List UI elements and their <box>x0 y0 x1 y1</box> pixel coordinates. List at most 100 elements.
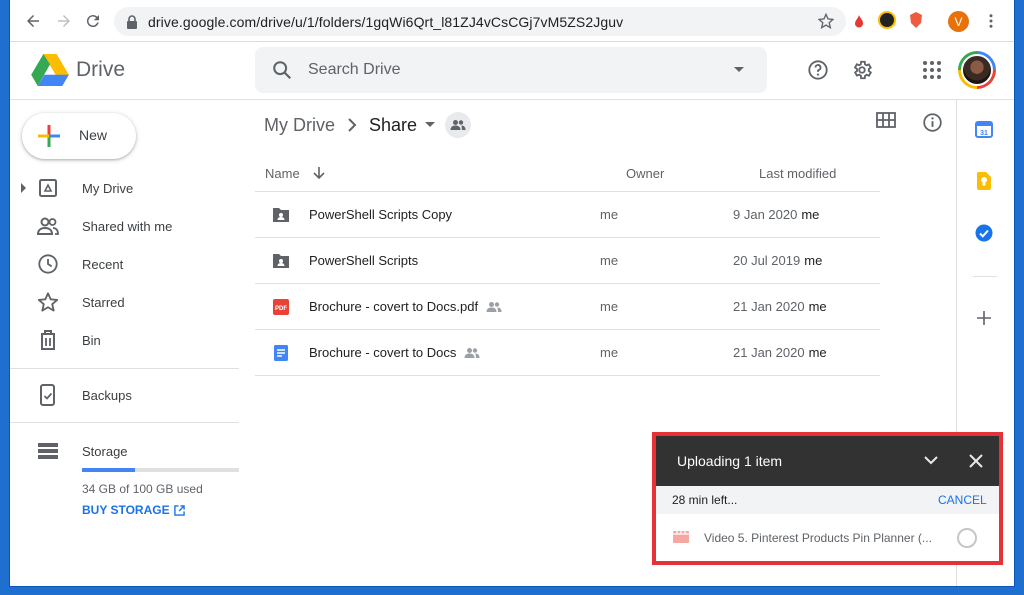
file-modified-date: 21 Jan 2020 <box>733 299 805 314</box>
sidebar-item-bin[interactable]: Bin <box>10 322 240 358</box>
apps-grid-icon <box>923 61 941 79</box>
upload-file-name: Video 5. Pinterest Products Pin Planner … <box>704 531 932 545</box>
search-icon[interactable] <box>271 59 293 81</box>
breadcrumb-share[interactable]: Share <box>369 115 417 136</box>
sidebar-item-backups[interactable]: Backups <box>10 377 240 413</box>
file-owner: me <box>600 207 619 222</box>
upload-time-left: 28 min left... <box>672 493 738 507</box>
info-icon <box>923 113 942 132</box>
browser-profile-avatar[interactable]: V <box>948 11 969 32</box>
file-modified: 21 Jan 2020 me <box>733 345 827 360</box>
get-addons-button[interactable] <box>973 307 995 329</box>
sidebar-item-starred[interactable]: Starred <box>10 284 240 320</box>
column-header-modified[interactable]: Last modified <box>759 166 836 181</box>
arrow-down-icon[interactable] <box>313 166 325 180</box>
file-owner: me <box>600 253 619 268</box>
breadcrumb-my-drive[interactable]: My Drive <box>264 115 335 136</box>
search-options-caret-icon[interactable] <box>733 66 745 74</box>
calendar-addon-button[interactable]: 31 <box>973 118 995 140</box>
reload-button[interactable] <box>82 10 104 32</box>
folder-menu-caret-icon[interactable] <box>425 122 436 128</box>
storage-icon <box>36 439 60 463</box>
browser-menu-button[interactable] <box>980 10 1002 32</box>
apps-button[interactable] <box>920 58 944 82</box>
plus-icon <box>977 311 991 325</box>
upload-cancel-button[interactable]: CANCEL <box>938 493 987 507</box>
table-row[interactable]: PDF Brochure - covert to Docs.pdf me 21 … <box>255 284 880 330</box>
browser-toolbar: drive.google.com/drive/u/1/folders/1gqWi… <box>10 0 1014 42</box>
people-icon <box>450 120 466 130</box>
close-icon[interactable] <box>969 454 983 468</box>
chevron-right-icon <box>347 118 357 132</box>
star-icon <box>36 290 60 314</box>
extension-brave-icon[interactable] <box>907 11 925 29</box>
my-drive-icon <box>36 176 60 200</box>
help-icon <box>808 60 828 80</box>
search-input[interactable]: Search Drive <box>255 47 767 93</box>
address-bar[interactable]: drive.google.com/drive/u/1/folders/1gqWi… <box>114 7 846 36</box>
side-panel-divider <box>973 276 997 277</box>
upload-progress-panel: Uploading 1 item 28 min left... CANCEL V… <box>652 432 1003 565</box>
pdf-file-icon: PDF <box>273 299 289 315</box>
upload-progress-spinner-icon <box>957 528 977 548</box>
extension-shield-icon[interactable] <box>878 11 896 29</box>
plus-icon <box>38 125 60 147</box>
column-header-name[interactable]: Name <box>265 166 325 181</box>
file-modified: 9 Jan 2020 me <box>733 207 819 222</box>
table-row[interactable]: Brochure - covert to Docs me 21 Jan 2020… <box>255 330 880 376</box>
drive-brand[interactable]: Drive <box>76 58 125 82</box>
gear-icon <box>853 60 872 80</box>
forward-button[interactable] <box>53 10 75 32</box>
sidebar-item-label: Bin <box>82 333 101 348</box>
extension-red-icon[interactable] <box>850 11 868 29</box>
reload-icon <box>86 15 99 28</box>
new-button[interactable]: New <box>22 113 136 159</box>
sidebar-divider <box>10 368 239 369</box>
file-modified-by: me <box>808 299 827 314</box>
storage-progress-bar <box>82 468 239 472</box>
drive-logo-icon[interactable] <box>30 54 70 86</box>
file-modified-date: 21 Jan 2020 <box>733 345 805 360</box>
shared-folder-icon <box>273 254 289 268</box>
back-button[interactable] <box>22 10 44 32</box>
upload-status-bar: 28 min left... CANCEL <box>656 486 999 514</box>
column-name-label: Name <box>265 166 300 181</box>
upload-file-item[interactable]: Video 5. Pinterest Products Pin Planner … <box>656 514 999 561</box>
search-placeholder: Search Drive <box>308 61 401 78</box>
help-button[interactable] <box>806 58 830 82</box>
settings-button[interactable] <box>850 58 874 82</box>
drive-header: Drive Search Drive <box>10 42 1014 100</box>
sidebar-item-shared-with-me[interactable]: Shared with me <box>10 208 240 244</box>
expand-caret-icon[interactable] <box>21 183 26 193</box>
grid-view-button[interactable] <box>876 112 896 133</box>
buy-storage-link[interactable]: BUY STORAGE <box>82 503 185 517</box>
calendar-icon: 31 <box>975 121 993 138</box>
sidebar-divider <box>10 422 239 423</box>
sidebar-item-recent[interactable]: Recent <box>10 246 240 282</box>
column-header-owner[interactable]: Owner <box>626 166 664 181</box>
sidebar-item-storage[interactable]: Storage <box>10 433 240 469</box>
clock-icon <box>36 252 60 276</box>
google-doc-icon <box>274 345 288 361</box>
table-row[interactable]: PowerShell Scripts me 20 Jul 2019 me <box>255 238 880 284</box>
file-modified-date: 20 Jul 2019 <box>733 253 801 268</box>
svg-text:PDF: PDF <box>275 306 287 312</box>
file-owner: me <box>600 299 619 314</box>
bookmark-star-icon[interactable] <box>818 13 834 29</box>
shared-folder-badge[interactable] <box>445 112 472 138</box>
account-avatar[interactable] <box>958 51 996 89</box>
keep-addon-button[interactable] <box>973 170 995 192</box>
tasks-addon-button[interactable] <box>973 222 995 244</box>
details-button[interactable] <box>922 112 943 138</box>
avatar-photo <box>961 54 993 86</box>
shared-people-icon <box>486 301 502 312</box>
browser-window: drive.google.com/drive/u/1/folders/1gqWi… <box>10 0 1014 586</box>
chevron-down-icon[interactable] <box>924 456 938 465</box>
more-vert-icon <box>989 14 993 28</box>
file-modified-date: 9 Jan 2020 <box>733 207 798 222</box>
table-row[interactable]: PowerShell Scripts Copy me 9 Jan 2020 me <box>255 192 880 238</box>
new-button-label: New <box>79 127 108 143</box>
sidebar: New My Drive Shared with me Recent Starr… <box>10 100 240 586</box>
url-text: drive.google.com/drive/u/1/folders/1gqWi… <box>148 13 624 30</box>
sidebar-item-my-drive[interactable]: My Drive <box>10 170 240 206</box>
